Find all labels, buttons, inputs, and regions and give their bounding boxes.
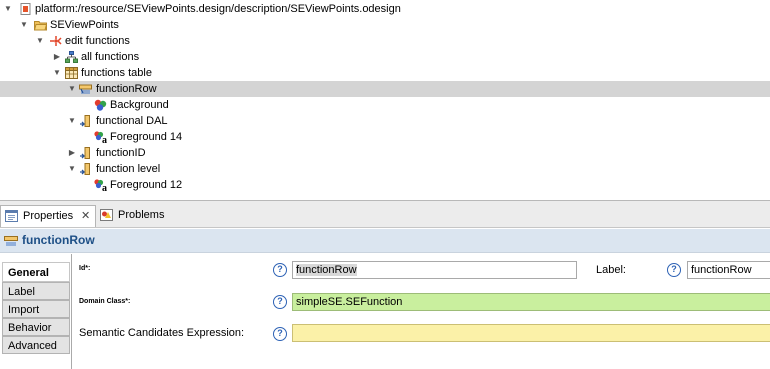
semantic-candidates-field[interactable] xyxy=(292,324,770,342)
domain-class-field[interactable]: simpleSE.SEFunction xyxy=(292,293,770,311)
tree-row-function-level[interactable]: ▼ function level xyxy=(0,161,770,177)
tab-behavior[interactable]: Behavior xyxy=(2,318,70,336)
tree-label: Background xyxy=(110,99,169,111)
tree-row-functional-dal[interactable]: ▼ functional DAL xyxy=(0,113,770,129)
label-field[interactable]: functionRow xyxy=(687,261,770,279)
tree-label: Foreground 14 xyxy=(110,131,183,143)
odesign-file-icon xyxy=(20,3,31,15)
tree-row-background[interactable]: Background xyxy=(0,97,770,113)
tree-row-functionid[interactable]: ▶ functionID xyxy=(0,145,770,161)
expand-right-icon[interactable]: ▶ xyxy=(52,49,62,65)
tab-properties-label: Properties xyxy=(23,210,74,222)
help-icon[interactable]: ? xyxy=(667,263,681,277)
close-icon[interactable]: ✕ xyxy=(81,206,90,226)
outline-tree: ▼ platform:/resource/SEViewPoints.design… xyxy=(0,0,770,197)
expand-down-icon[interactable]: ▼ xyxy=(67,81,77,97)
id-label: Id*: xyxy=(79,265,91,272)
tree-row-functions-table[interactable]: ▼ functions table xyxy=(0,65,770,81)
tab-advanced[interactable]: Advanced xyxy=(2,336,70,354)
expand-down-icon[interactable]: ▼ xyxy=(35,33,45,49)
properties-icon xyxy=(5,210,18,222)
tree-row-edit-functions[interactable]: ▼ edit functions xyxy=(0,33,770,49)
general-properties-form: Id*: ? functionRow Label: ? functionRow … xyxy=(73,254,770,369)
tree-label: functionID xyxy=(96,147,146,159)
expand-down-icon[interactable]: ▼ xyxy=(67,113,77,129)
view-tab-bar: Properties ✕ Problems xyxy=(0,200,770,228)
table-icon xyxy=(65,67,78,79)
help-icon[interactable]: ? xyxy=(273,263,287,277)
tree-label: functional DAL xyxy=(96,115,168,127)
column-mapping-icon xyxy=(80,147,90,159)
tree-row-foreground-12[interactable]: a Foreground 12 xyxy=(0,177,770,193)
tab-properties[interactable]: Properties ✕ xyxy=(0,205,96,227)
tree-row-functionrow[interactable]: ▼ functionRow xyxy=(0,81,770,97)
tree-label: functions table xyxy=(81,67,152,79)
line-mapping-icon xyxy=(4,236,18,246)
expand-down-icon[interactable]: ▼ xyxy=(3,1,13,17)
properties-title-bar: functionRow xyxy=(0,229,770,253)
line-mapping-icon xyxy=(79,84,92,94)
folder-icon xyxy=(34,21,47,31)
expand-right-icon[interactable]: ▶ xyxy=(67,145,77,161)
tree-label: all functions xyxy=(81,51,140,63)
help-icon[interactable]: ? xyxy=(273,295,287,309)
tab-problems[interactable]: Problems xyxy=(96,205,176,227)
svg-text:a: a xyxy=(102,183,107,191)
expand-down-icon[interactable]: ▼ xyxy=(52,65,62,81)
domain-class-label: Domain Class*: xyxy=(79,298,131,305)
property-category-tabs: General Label Import Behavior Advanced xyxy=(0,254,72,369)
tab-general[interactable]: General xyxy=(2,262,70,282)
tree-label: platform:/resource/SEViewPoints.design/d… xyxy=(35,3,401,15)
tree-label: functionRow xyxy=(96,83,157,95)
tab-import[interactable]: Import xyxy=(2,300,70,318)
tree-row-odesign[interactable]: ▼ platform:/resource/SEViewPoints.design… xyxy=(0,1,770,17)
viewpoint-icon xyxy=(50,36,62,46)
tree-label: Foreground 12 xyxy=(110,179,183,191)
tab-problems-label: Problems xyxy=(118,209,165,221)
column-mapping-icon xyxy=(80,115,90,127)
tree-row-seviewpoints[interactable]: ▼ SEViewPoints xyxy=(0,17,770,33)
expand-down-icon[interactable]: ▼ xyxy=(67,161,77,177)
tree-label: SEViewPoints xyxy=(50,19,119,31)
semantic-candidates-label: Semantic Candidates Expression: xyxy=(79,327,245,339)
foreground-style-icon: a xyxy=(94,179,107,191)
foreground-style-icon: a xyxy=(94,131,107,143)
column-mapping-icon xyxy=(80,163,90,175)
background-style-icon xyxy=(94,99,107,111)
tree-row-all-functions[interactable]: ▶ all functions xyxy=(0,49,770,65)
svg-text:a: a xyxy=(102,135,107,143)
tree-label: edit functions xyxy=(65,35,130,47)
page-title: functionRow xyxy=(22,233,95,247)
id-field[interactable]: functionRow xyxy=(292,261,577,279)
tab-label[interactable]: Label xyxy=(2,282,70,300)
label-label: Label: xyxy=(596,264,626,276)
tree-label: function level xyxy=(96,163,161,175)
expand-down-icon[interactable]: ▼ xyxy=(19,17,29,33)
diagram-icon xyxy=(65,51,78,63)
help-icon[interactable]: ? xyxy=(273,327,287,341)
problems-icon xyxy=(100,209,113,221)
tree-row-foreground-14[interactable]: a Foreground 14 xyxy=(0,129,770,145)
